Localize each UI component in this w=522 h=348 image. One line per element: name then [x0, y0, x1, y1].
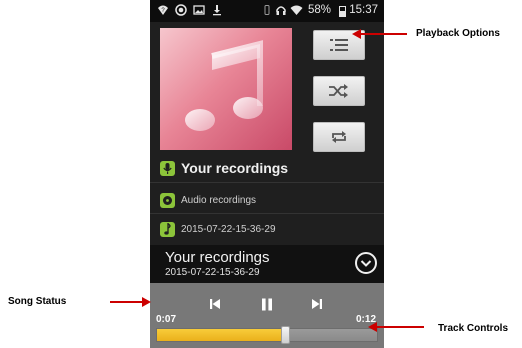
shuffle-icon	[329, 84, 348, 98]
seek-bar[interactable]	[156, 326, 378, 344]
now-playing-subtitle: 2015-07-22-15-36-29	[165, 267, 260, 278]
arrow-head-right	[142, 297, 151, 307]
previous-button[interactable]	[204, 295, 226, 313]
artist-row[interactable]: Your recordings	[160, 158, 288, 178]
wifi-icon	[289, 4, 303, 18]
music-note-icon	[185, 40, 263, 131]
image-icon	[192, 4, 206, 18]
artist-name: Your recordings	[181, 160, 289, 176]
annotated-screenshot: ? 58% 15:37 Your recordings Audio record…	[0, 0, 522, 348]
album-art	[160, 28, 292, 150]
divider	[150, 182, 384, 183]
arrow-track-controls	[376, 326, 424, 328]
repeat-icon	[332, 131, 346, 143]
now-playing-title: Your recordings	[165, 249, 270, 266]
track-title: 2015-07-22-15-36-29	[181, 223, 276, 235]
seek-bar-progress	[157, 329, 285, 341]
album-row[interactable]: Audio recordings	[160, 190, 256, 210]
title-row[interactable]: 2015-07-22-15-36-29	[160, 219, 276, 239]
album-disc-icon	[160, 192, 175, 208]
arrow-head-left	[352, 29, 361, 39]
record-icon	[174, 4, 188, 18]
clock: 15:37	[349, 4, 378, 16]
status-bar: ? 58% 15:37	[150, 0, 384, 22]
pause-button[interactable]	[256, 295, 278, 313]
repeat-button[interactable]	[313, 122, 365, 152]
battery-icon	[339, 6, 346, 17]
previous-icon	[210, 299, 220, 309]
arrow-song-status	[110, 301, 142, 303]
phone-screen: ? 58% 15:37 Your recordings Audio record…	[150, 0, 384, 348]
vibrate-icon	[260, 4, 274, 18]
battery-percent: 58%	[308, 4, 332, 16]
album-name: Audio recordings	[181, 194, 257, 206]
track-controls: 0:07 0:12	[150, 283, 384, 348]
download-icon	[210, 4, 224, 18]
callout-playback-options: Playback Options	[416, 28, 500, 39]
now-playing-bar[interactable]: Your recordings 2015-07-22-15-36-29	[150, 245, 384, 283]
callout-song-status: Song Status	[8, 296, 67, 307]
arrow-playback-options	[359, 33, 407, 35]
headset-icon	[274, 4, 288, 18]
microphone-icon	[160, 160, 175, 176]
wifi-question-icon: ?	[156, 4, 170, 18]
divider	[150, 213, 384, 214]
shuffle-button[interactable]	[313, 76, 365, 106]
playlist-icon	[330, 39, 348, 51]
current-time: 0:07	[156, 314, 177, 325]
chevron-down-icon[interactable]	[355, 252, 377, 274]
callout-track-controls: Track Controls	[438, 323, 509, 334]
seek-bar-thumb[interactable]	[280, 326, 290, 344]
next-icon	[312, 299, 322, 309]
music-clef-icon	[160, 221, 175, 237]
arrow-head-left	[368, 322, 377, 332]
pause-icon	[262, 298, 272, 310]
next-button[interactable]	[306, 295, 328, 313]
